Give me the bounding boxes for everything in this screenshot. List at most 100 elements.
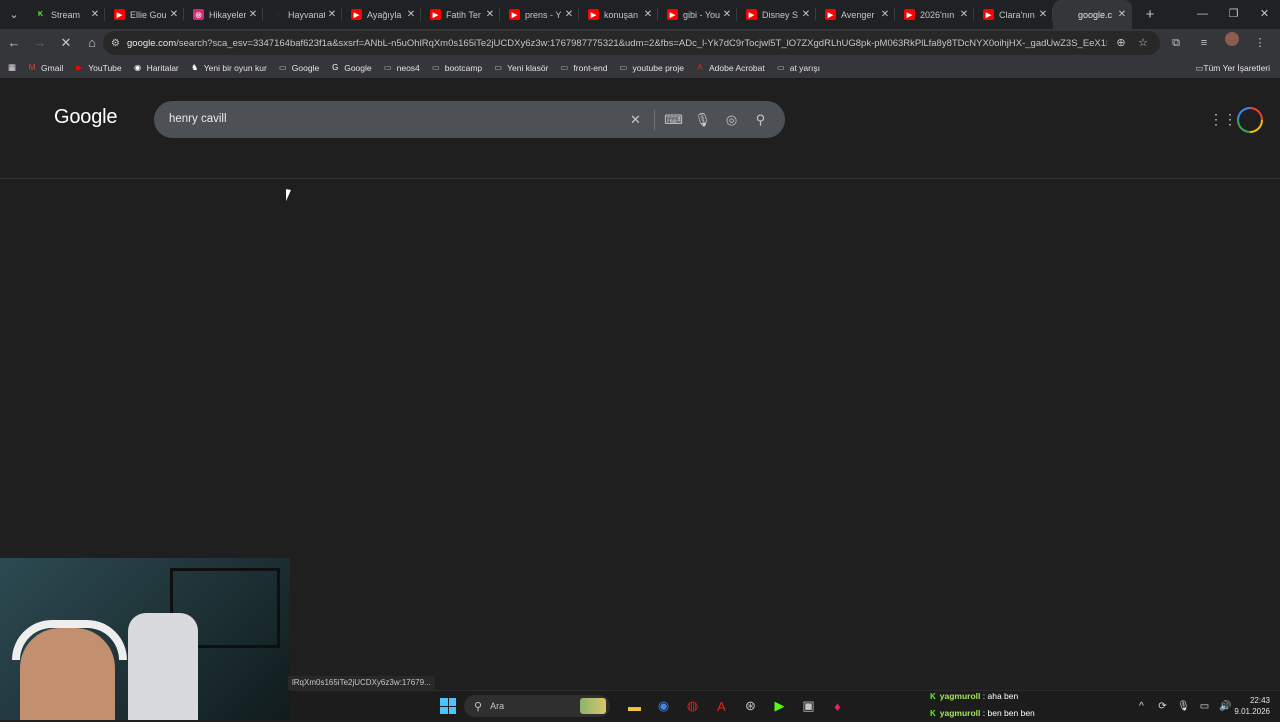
home-button[interactable]: ⌂: [80, 31, 104, 55]
tab-search-icon[interactable]: ⌄: [2, 3, 26, 27]
all-bookmarks-button[interactable]: ▭ Tüm Yer İşaretleri: [1195, 57, 1270, 79]
tab-3[interactable]: ◌ Hayvanat ✕: [263, 0, 342, 29]
mic-tray-icon[interactable]: 🎙: [1173, 701, 1194, 712]
sync-icon[interactable]: ⟳: [1152, 701, 1173, 712]
close-tab-icon[interactable]: ✕: [325, 9, 339, 20]
profile-avatar[interactable]: [1218, 31, 1246, 55]
close-tab-icon[interactable]: ✕: [167, 9, 181, 20]
headphones: [12, 620, 127, 660]
forward-button[interactable]: →: [28, 31, 52, 55]
bookmark-7[interactable]: ▭ bootcamp: [431, 63, 482, 73]
apps-grid-icon[interactable]: ▦: [8, 62, 16, 73]
chrome-icon[interactable]: ◉: [649, 698, 678, 714]
close-tab-icon[interactable]: ✕: [246, 9, 260, 20]
browser-toolbar: ← → ✕ ⌂ ⚙ google.com/search?sca_esv=3347…: [0, 29, 1280, 57]
microphone-icon[interactable]: 🎙: [688, 112, 717, 128]
close-tab-icon[interactable]: ✕: [641, 9, 655, 20]
close-tab-icon[interactable]: ✕: [1036, 9, 1050, 20]
search-box[interactable]: henry cavill ✕ ⌨ 🎙 ◎ ⚲: [154, 101, 785, 138]
close-tab-icon[interactable]: ✕: [799, 9, 813, 20]
terminal-icon[interactable]: ▣: [794, 698, 823, 714]
pin-app-icon[interactable]: ♦: [823, 699, 852, 714]
tab-title: Clara'nın: [999, 9, 1035, 20]
obs-icon[interactable]: ⊛: [736, 698, 765, 714]
chat-message: Kyagmuroll : aha ben: [930, 691, 1019, 701]
tab-10[interactable]: ▶ Avenger ✕: [816, 0, 895, 29]
tab-0[interactable]: K Stream ✕: [26, 0, 105, 29]
bookmark-2[interactable]: ◉ Haritalar: [133, 63, 179, 73]
site-info-icon[interactable]: ⚙: [111, 38, 127, 49]
close-tab-icon[interactable]: ✕: [483, 9, 497, 20]
system-clock[interactable]: 22:43 9.01.2026: [1234, 695, 1270, 717]
close-tab-icon[interactable]: ✕: [957, 9, 971, 20]
folder-icon: ▭: [432, 63, 440, 72]
tab-13[interactable]: ⟳ google.c ✕: [1053, 0, 1132, 29]
bookmark-5[interactable]: G Google: [330, 63, 372, 73]
lens-camera-icon[interactable]: ◎: [717, 112, 746, 128]
volume-icon[interactable]: 🔊: [1215, 701, 1236, 712]
taskbar-search[interactable]: ⚲ Ara: [464, 695, 610, 717]
restore-icon[interactable]: ❐: [1218, 0, 1249, 29]
close-tab-icon[interactable]: ✕: [1115, 9, 1129, 20]
app-red-icon[interactable]: ◍: [678, 698, 707, 714]
keyboard-icon[interactable]: ⌨: [659, 112, 688, 128]
address-bar[interactable]: ⚙ google.com/search?sca_esv=3347164baf62…: [103, 31, 1160, 55]
google-logo[interactable]: Google: [54, 106, 117, 129]
account-avatar[interactable]: [1237, 107, 1263, 133]
tab-1[interactable]: ▶ Ellie Gou ✕: [105, 0, 184, 29]
bookmark-3[interactable]: ♞ Yeni bir oyun kur: [190, 63, 267, 73]
tab-4[interactable]: ▶ Ayağıyla ✕: [342, 0, 421, 29]
close-tab-icon[interactable]: ✕: [404, 9, 418, 20]
close-tab-icon[interactable]: ✕: [88, 9, 102, 20]
clock-date: 9.01.2026: [1234, 707, 1270, 716]
tab-title: prens - Y: [525, 9, 562, 20]
search-icon[interactable]: ⚲: [746, 112, 775, 128]
clear-search-icon[interactable]: ✕: [621, 112, 650, 128]
system-tray: ^ ⟳ 🎙 ▭ 🔊: [1131, 691, 1236, 721]
chevron-up-icon[interactable]: ^: [1131, 701, 1152, 712]
tab-5[interactable]: ▶ Fatih Ter ✕: [421, 0, 500, 29]
extensions-icon[interactable]: ⧉: [1162, 31, 1190, 55]
youtube-icon: ▶: [76, 63, 83, 72]
close-tab-icon[interactable]: ✕: [720, 9, 734, 20]
bookmark-star-icon[interactable]: ☆: [1132, 31, 1154, 55]
zoom-icon[interactable]: ⊕: [1110, 31, 1132, 55]
close-tab-icon[interactable]: ✕: [562, 9, 576, 20]
play-icon[interactable]: ▶: [765, 698, 794, 714]
file-explorer-icon[interactable]: ▬: [620, 699, 649, 714]
tab-2[interactable]: ◎ Hikayeler ✕: [184, 0, 263, 29]
bookmark-4[interactable]: ▭ Google: [278, 63, 319, 73]
acrobat-icon[interactable]: A: [707, 699, 736, 714]
bookmark-9[interactable]: ▭ front-end: [559, 63, 608, 73]
tab-9[interactable]: ▶ Disney S ✕: [737, 0, 816, 29]
new-tab-button[interactable]: +: [1138, 6, 1162, 23]
clock-time: 22:43: [1249, 696, 1270, 705]
minimize-icon[interactable]: —: [1187, 0, 1218, 29]
bookmark-label: Adobe Acrobat: [708, 62, 765, 73]
display-icon[interactable]: ▭: [1194, 701, 1215, 712]
tab-list: K Stream ✕ ▶ Ellie Gou ✕ ◎ Hikayeler ✕ ◌ Hayvanat ✕…: [26, 0, 1132, 29]
bookmark-1[interactable]: ▶ YouTube: [74, 63, 121, 73]
stop-loading-button[interactable]: ✕: [54, 31, 78, 55]
close-window-icon[interactable]: ✕: [1249, 0, 1280, 29]
youtube-icon: ▶: [904, 9, 915, 20]
tab-12[interactable]: ▶ Clara'nın ✕: [974, 0, 1053, 29]
close-tab-icon[interactable]: ✕: [878, 9, 892, 20]
bookmark-8[interactable]: ▭ Yeni klasör: [493, 63, 548, 73]
bookmark-12[interactable]: ▭ at yarışı: [776, 63, 820, 73]
bookmark-0[interactable]: M Gmail: [27, 63, 64, 73]
tab-7[interactable]: ▶ konuşan ✕: [579, 0, 658, 29]
bookmark-6[interactable]: ▭ neos4: [383, 63, 420, 73]
bookmark-11[interactable]: A Adobe Acrobat: [695, 62, 765, 73]
search-input[interactable]: henry cavill: [169, 101, 227, 138]
start-button[interactable]: [440, 698, 456, 714]
bookmark-10[interactable]: ▭ youtube proje: [618, 63, 684, 73]
bookmark-label: at yarışı: [789, 62, 820, 73]
url-host: google.com: [127, 37, 177, 49]
tab-11[interactable]: ▶ 2026'nın ✕: [895, 0, 974, 29]
tab-6[interactable]: ▶ prens - Y ✕: [500, 0, 579, 29]
tab-8[interactable]: ▶ gibi - You ✕: [658, 0, 737, 29]
menu-kebab-icon[interactable]: ⋮: [1246, 31, 1274, 55]
back-button[interactable]: ←: [2, 31, 26, 55]
media-control-icon[interactable]: ≡: [1190, 31, 1218, 55]
